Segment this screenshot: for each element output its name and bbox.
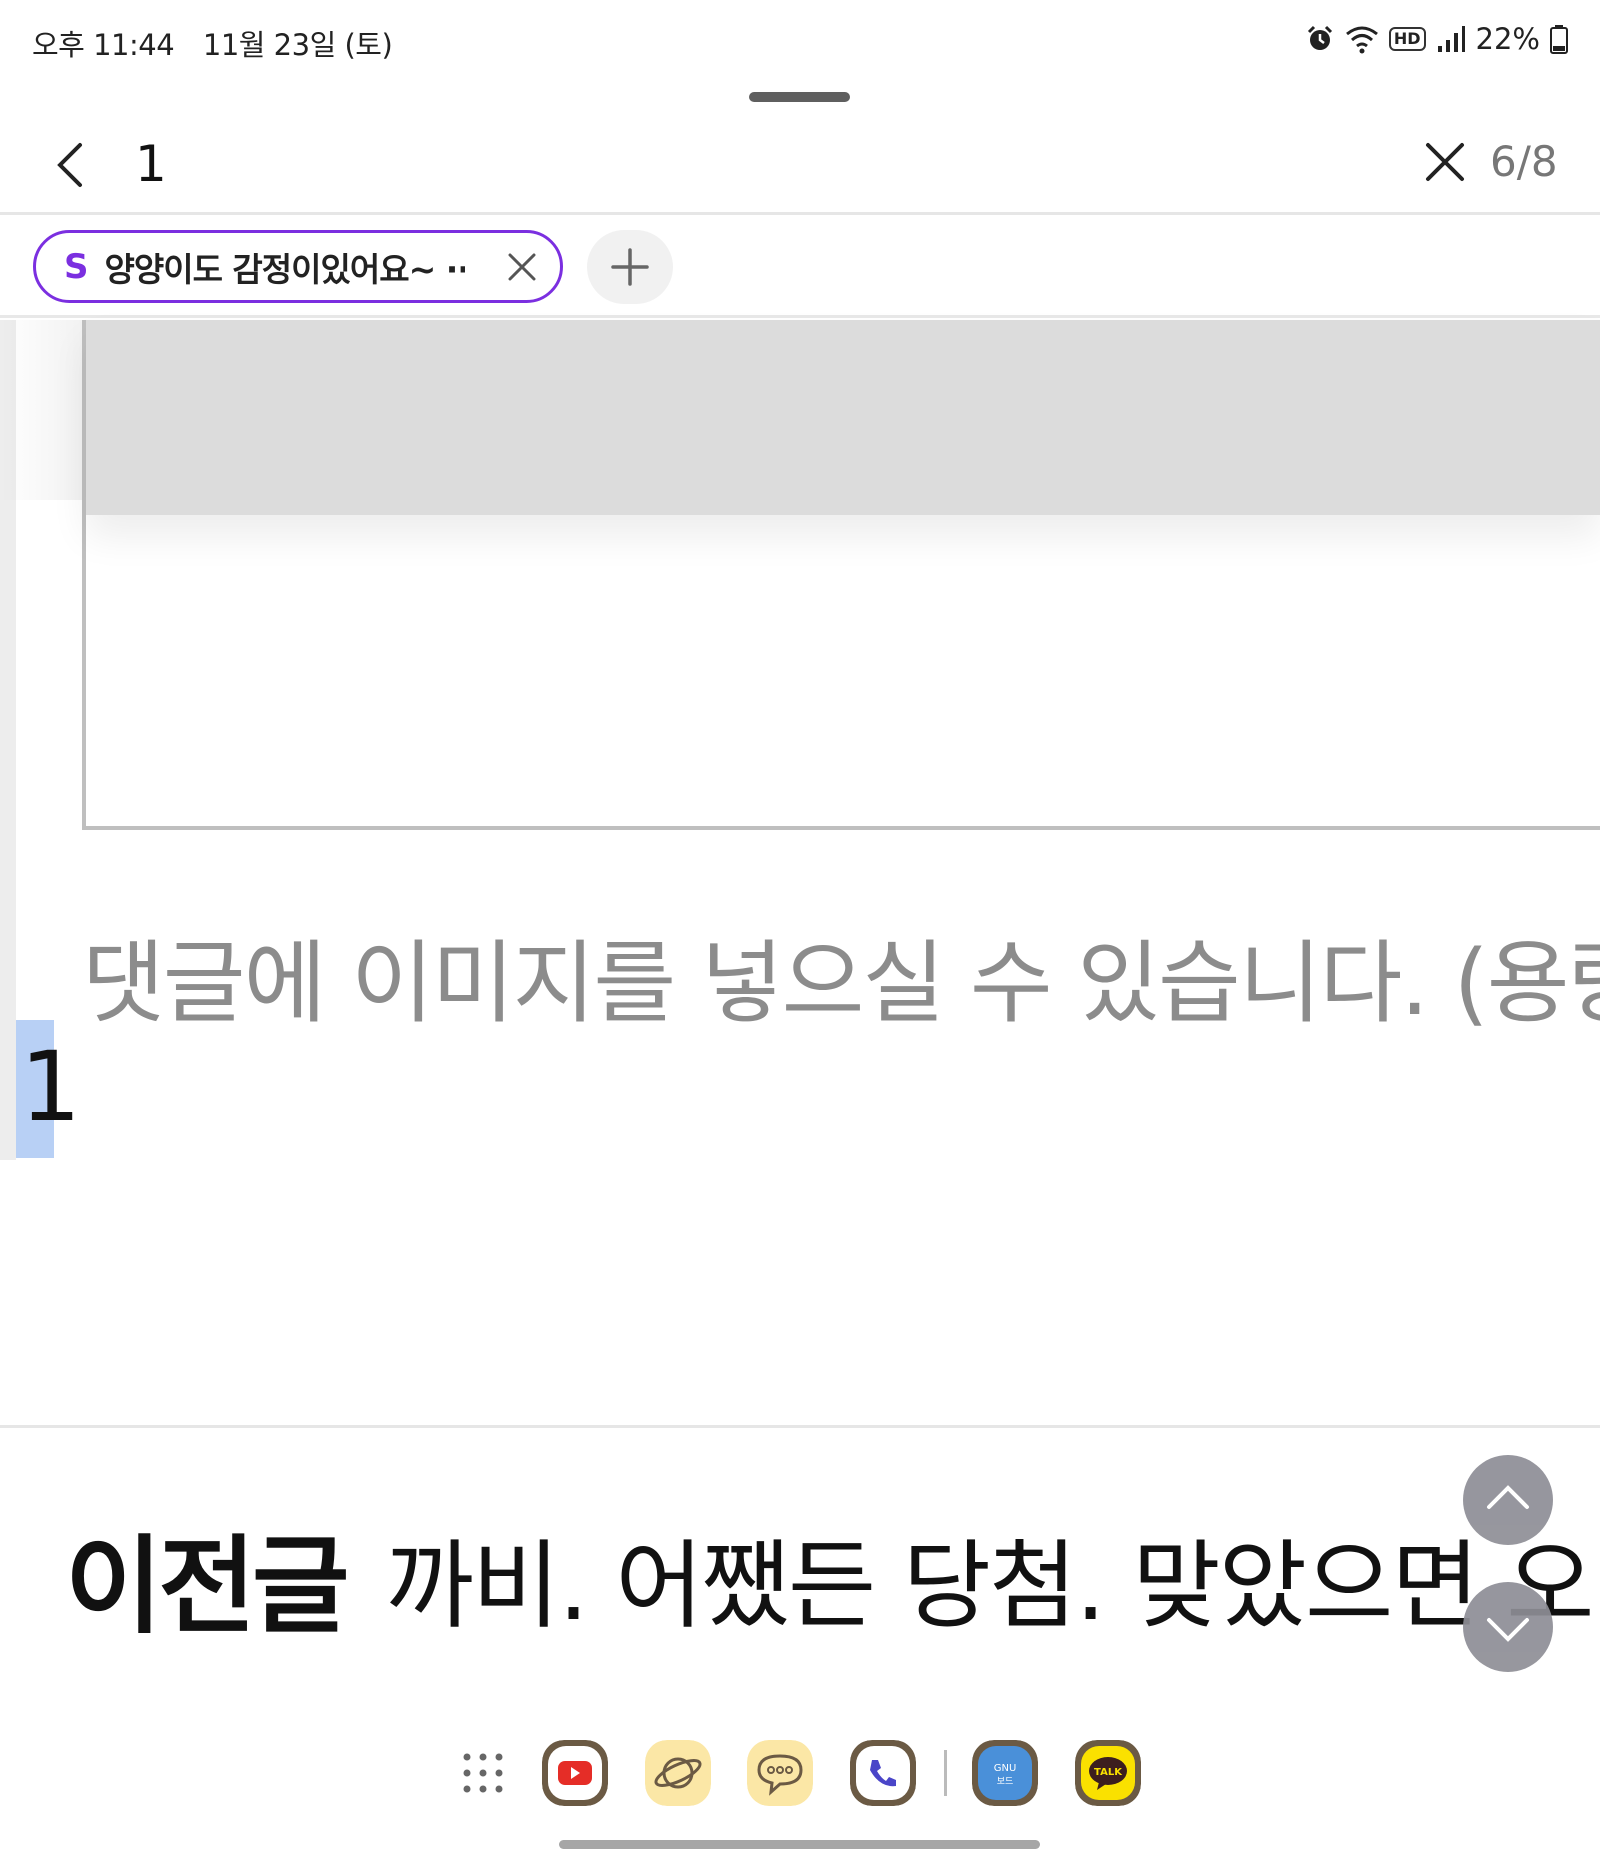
battery-percent: 22%	[1475, 22, 1540, 56]
divider	[0, 1425, 1600, 1428]
dock-separator	[944, 1750, 947, 1796]
scroll-down-button[interactable]	[1463, 1582, 1553, 1672]
internet-browser-icon[interactable]	[645, 1740, 711, 1806]
gnu-board-icon[interactable]: GNU 보드	[972, 1740, 1038, 1806]
find-match-text: 1	[20, 1031, 82, 1143]
close-icon	[1426, 143, 1464, 181]
battery-icon	[1550, 25, 1568, 54]
close-find-button[interactable]	[1420, 137, 1470, 187]
kakaotalk-icon[interactable]: TALK	[1075, 1740, 1141, 1806]
tab-active[interactable]: S 양양이도 감정이있어요~ ···	[33, 230, 563, 303]
signal-icon	[1437, 26, 1465, 52]
plus-icon	[611, 248, 649, 286]
scroll-up-button[interactable]	[1463, 1455, 1553, 1545]
messages-icon[interactable]	[747, 1740, 813, 1806]
previous-post-link[interactable]: 이전글 까비. 어쨌든 당첨. 맞았으면 오	[65, 1500, 1595, 1654]
tab-close-button[interactable]	[506, 251, 538, 283]
tab-title: 양양이도 감정이있어요~ ···	[104, 249, 465, 289]
youtube-icon[interactable]	[542, 1740, 608, 1806]
chevron-left-icon	[57, 143, 82, 187]
back-button[interactable]	[50, 135, 100, 195]
status-icons: HD 22%	[1305, 22, 1568, 56]
close-icon	[508, 253, 536, 281]
left-shadow	[0, 320, 82, 500]
hd-voice-icon: HD	[1388, 27, 1426, 51]
comment-image-hint: 댓글에 이미지를 넣으실 수 있습니다. (용량	[82, 931, 1600, 1036]
new-tab-button[interactable]	[587, 230, 673, 304]
status-time: 오후 11:44	[32, 28, 175, 62]
phone-icon[interactable]	[850, 1740, 916, 1806]
wifi-icon	[1345, 26, 1378, 54]
image-placeholder	[86, 320, 1600, 515]
status-date: 11월 23일 (토)	[202, 28, 393, 62]
gnu-label-bottom: 보드	[997, 1776, 1014, 1787]
image-upload-area[interactable]	[82, 320, 1600, 830]
gnu-label-top: GNU	[994, 1763, 1017, 1774]
status-time-date: 오후 11:44 11월 23일 (토)	[32, 22, 412, 64]
chevron-up-icon	[1487, 1485, 1529, 1509]
site-s-icon: S	[64, 246, 89, 287]
grid-menu-icon[interactable]	[460, 1750, 506, 1796]
chevron-down-icon	[1487, 1618, 1529, 1642]
status-bar: 오후 11:44 11월 23일 (토) HD 22%	[0, 0, 1600, 90]
app-dock: GNU 보드 TALK	[0, 1730, 1600, 1820]
find-in-page-bar: 6/8	[0, 115, 1600, 215]
tab-bar: S 양양이도 감정이있어요~ ···	[0, 218, 1600, 318]
alarm-icon	[1307, 25, 1332, 50]
home-indicator[interactable]	[559, 1840, 1040, 1849]
page-content: 댓글에 이미지를 넣으실 수 있습니다. (용량 1	[0, 320, 1600, 1160]
find-match-count: 6/8	[1490, 137, 1558, 186]
drag-handle[interactable]	[749, 92, 850, 102]
kakao-label: TALK	[1094, 1767, 1123, 1778]
previous-post-label: 이전글	[65, 1525, 350, 1648]
find-input[interactable]	[135, 129, 1335, 199]
previous-post-title: 까비. 어쨌든 당첨. 맞았으면 오	[385, 1529, 1595, 1642]
